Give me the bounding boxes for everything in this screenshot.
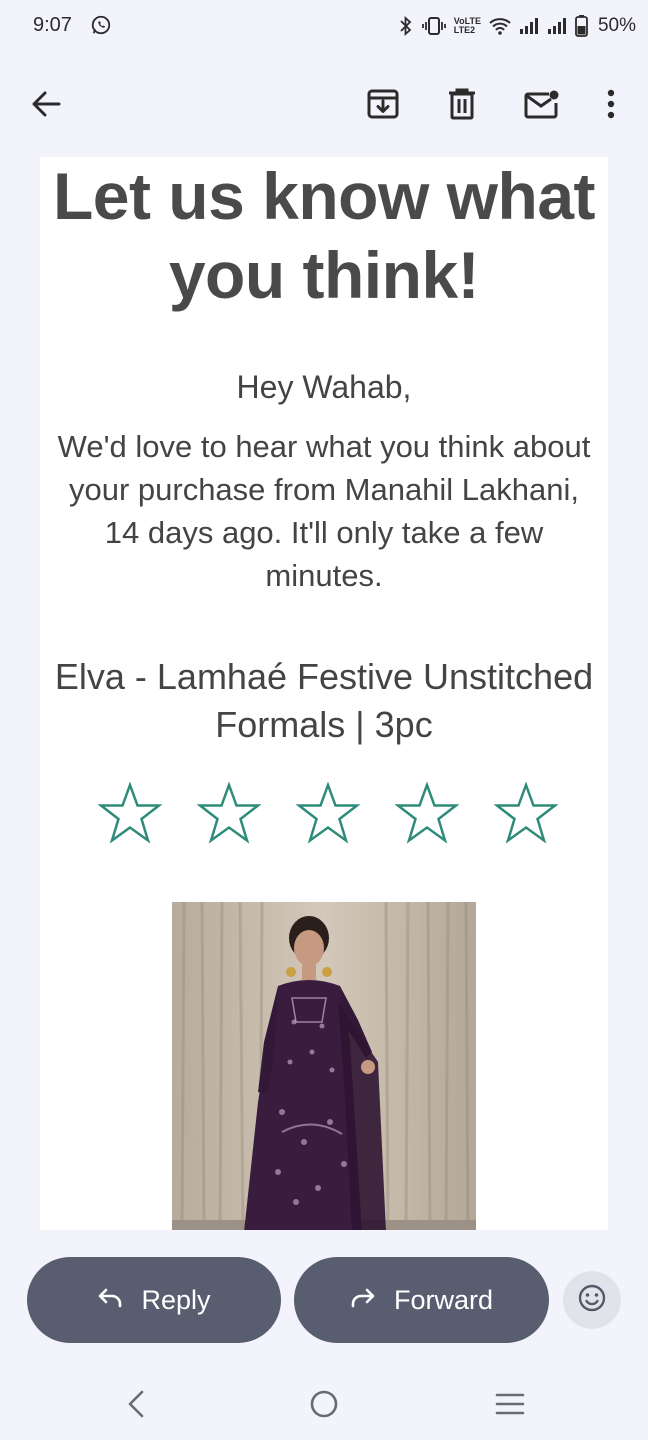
nav-home-icon: [309, 1389, 339, 1424]
email-greeting: Hey Wahab,: [236, 369, 412, 405]
product-name: Elva - Lamhaé Festive Unstitched Formals…: [54, 656, 594, 745]
status-time: 9:07: [33, 14, 72, 36]
battery-percent: 50%: [597, 15, 636, 36]
email-headline: Let us know what you think!: [52, 159, 596, 312]
nav-recents-icon: [495, 1391, 525, 1422]
archive-button[interactable]: [361, 84, 405, 128]
mark-unread-icon: [524, 89, 560, 124]
star-1-icon[interactable]: [98, 782, 162, 844]
star-5-icon[interactable]: [494, 782, 558, 844]
forward-icon: [350, 1285, 376, 1316]
reply-label: Reply: [141, 1284, 211, 1315]
status-bar: 9:07 VoLTE LTE2 50%: [0, 0, 648, 56]
email-content-area[interactable]: Let us know what you think! Hey Wahab, W…: [13, 157, 635, 1230]
nav-back-button[interactable]: [116, 1388, 156, 1424]
delete-button[interactable]: [440, 84, 484, 128]
mark-unread-button[interactable]: [520, 84, 564, 128]
wifi-icon: [489, 16, 511, 36]
star-3-icon[interactable]: [296, 782, 360, 844]
vibrate-icon: [421, 15, 446, 37]
product-photo[interactable]: [172, 902, 476, 1230]
bluetooth-icon: [398, 15, 414, 37]
battery-icon: [575, 15, 588, 37]
lte2-label: LTE2: [453, 25, 476, 35]
status-icons: VoLTE LTE2 50%: [398, 12, 636, 40]
reply-action-bar: Reply Forward: [0, 1230, 648, 1360]
star-4-icon[interactable]: [395, 782, 459, 844]
forward-label: Forward: [393, 1284, 494, 1315]
nav-recents-button[interactable]: [490, 1388, 530, 1424]
nav-back-icon: [126, 1389, 146, 1424]
more-vert-icon: [607, 89, 615, 124]
system-navigation-bar: [0, 1360, 648, 1440]
star-2-icon[interactable]: [197, 782, 261, 844]
email-card: Let us know what you think! Hey Wahab, W…: [40, 157, 608, 1230]
star-rating: [98, 782, 558, 844]
email-message: We'd love to hear what you think about y…: [57, 429, 591, 593]
smiley-icon: [577, 1283, 607, 1318]
signal-2-icon: [547, 17, 567, 35]
forward-button[interactable]: Forward: [294, 1257, 549, 1343]
back-button[interactable]: [24, 84, 68, 128]
volte-indicator: VoLTE LTE2: [454, 17, 481, 35]
reply-button[interactable]: Reply: [27, 1257, 281, 1343]
delete-icon: [448, 88, 476, 125]
email-toolbar: [0, 56, 648, 156]
back-arrow-icon: [31, 91, 61, 122]
emoji-reaction-button[interactable]: [563, 1271, 621, 1329]
signal-1-icon: [519, 17, 539, 35]
reply-icon: [97, 1285, 123, 1316]
more-options-button[interactable]: [589, 84, 633, 128]
nav-home-button[interactable]: [304, 1388, 344, 1424]
archive-icon: [367, 88, 399, 125]
whatsapp-notification-icon: [90, 14, 114, 38]
